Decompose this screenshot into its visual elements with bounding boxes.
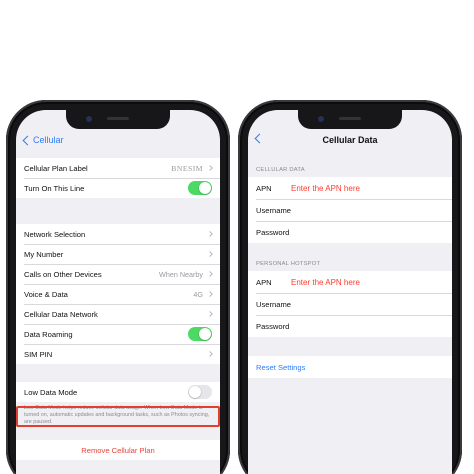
chevron-right-icon: [207, 271, 213, 277]
reset-group: Reset Settings: [248, 356, 452, 378]
chevron-right-icon: [207, 351, 213, 357]
row-label: APN: [256, 277, 272, 287]
plan-group: Cellular Plan Label BNESIM Turn On This …: [16, 158, 220, 198]
settings-screen-cellular-data: Cellular Data CELLULAR DATA APN Enter th…: [248, 110, 452, 474]
row-label: Turn On This Line: [24, 183, 85, 193]
apn-field[interactable]: APN Enter the APN here: [248, 177, 452, 199]
row-cellular-plan-label[interactable]: Cellular Plan Label BNESIM: [16, 158, 220, 178]
chevron-right-icon: [207, 231, 213, 237]
chevron-left-icon: [22, 135, 33, 145]
chevron-right-icon: [207, 311, 213, 317]
low-data-mode-toggle[interactable]: [188, 385, 212, 399]
phone-frame-right: Cellular Data CELLULAR DATA APN Enter th…: [238, 100, 462, 474]
hotspot-username-field[interactable]: Username: [248, 293, 452, 315]
chevron-right-icon: [207, 291, 213, 297]
row-label: Low Data Mode: [24, 387, 78, 397]
section-header-personal-hotspot: PERSONAL HOTSPOT: [256, 261, 321, 267]
row-my-number[interactable]: My Number: [16, 244, 220, 264]
remove-plan-group: Remove Cellular Plan: [16, 440, 220, 460]
row-label: APN: [256, 183, 272, 193]
row-label: Voice & Data: [24, 289, 68, 299]
row-label: Username: [256, 299, 292, 309]
row-label: Password: [256, 321, 290, 331]
row-cellular-data-network[interactable]: Cellular Data Network: [16, 304, 220, 324]
row-label: Cellular Plan Label: [24, 163, 88, 173]
personal-hotspot-group: APN Enter the APN here Username Password: [248, 271, 452, 337]
row-label: Calls on Other Devices: [24, 269, 102, 279]
speaker-icon: [339, 117, 361, 120]
row-value: When Nearby: [159, 269, 203, 279]
chevron-right-icon: [207, 251, 213, 257]
hotspot-password-field[interactable]: Password: [248, 315, 452, 337]
toggle-knob: [199, 328, 211, 340]
data-roaming-toggle[interactable]: [188, 327, 212, 341]
nav-bar: Cellular Data: [248, 132, 452, 154]
row-label: Network Selection: [24, 229, 86, 239]
row-low-data-mode: Low Data Mode: [16, 382, 220, 402]
low-data-group: Low Data Mode: [16, 382, 220, 402]
front-camera-icon: [86, 116, 92, 122]
toggle-knob: [199, 182, 211, 194]
front-camera-icon: [318, 116, 324, 122]
row-value: BNESIM: [171, 163, 203, 173]
remove-plan-label: Remove Cellular Plan: [81, 445, 155, 455]
row-calls-on-other-devices[interactable]: Calls on Other Devices When Nearby: [16, 264, 220, 284]
row-label: My Number: [24, 249, 64, 259]
reset-settings-button[interactable]: Reset Settings: [248, 356, 452, 378]
section-header-cellular-data: CELLULAR DATA: [256, 167, 305, 173]
notch: [66, 110, 170, 129]
row-label: SIM PIN: [24, 349, 53, 359]
row-label: Data Roaming: [24, 329, 73, 339]
row-sim-pin[interactable]: SIM PIN: [16, 344, 220, 364]
row-value: 4G: [193, 289, 203, 299]
apn-hint: Enter the APN here: [291, 183, 360, 193]
row-network-selection[interactable]: Network Selection: [16, 224, 220, 244]
speaker-icon: [107, 117, 129, 120]
network-group: Network Selection My Number Calls on Oth…: [16, 224, 220, 364]
row-data-roaming: Data Roaming: [16, 324, 220, 344]
username-field[interactable]: Username: [248, 199, 452, 221]
reset-label: Reset Settings: [256, 362, 306, 372]
remove-cellular-plan-button[interactable]: Remove Cellular Plan: [16, 440, 220, 460]
highlight-box: [16, 406, 220, 427]
chevron-right-icon: [207, 165, 213, 171]
cellular-data-group: APN Enter the APN here Username Password: [248, 177, 452, 243]
phone-frame-left: Cellular Cellular Plan Label BNESIM Turn…: [6, 100, 230, 474]
row-turn-on-this-line: Turn On This Line: [16, 178, 220, 198]
hotspot-apn-field[interactable]: APN Enter the APN here: [248, 271, 452, 293]
back-button[interactable]: Cellular: [22, 135, 64, 145]
apn-hint: Enter the APN here: [291, 277, 360, 287]
row-label: Cellular Data Network: [24, 309, 98, 319]
toggle-knob: [189, 386, 201, 398]
line-toggle[interactable]: [188, 181, 212, 195]
nav-bar: Cellular: [16, 132, 220, 154]
row-label: Username: [256, 205, 292, 215]
page-title: Cellular Data: [322, 135, 378, 145]
password-field[interactable]: Password: [248, 221, 452, 243]
row-voice-and-data[interactable]: Voice & Data 4G: [16, 284, 220, 304]
notch: [298, 110, 402, 129]
row-label: Password: [256, 227, 290, 237]
back-label: Cellular: [33, 135, 64, 145]
